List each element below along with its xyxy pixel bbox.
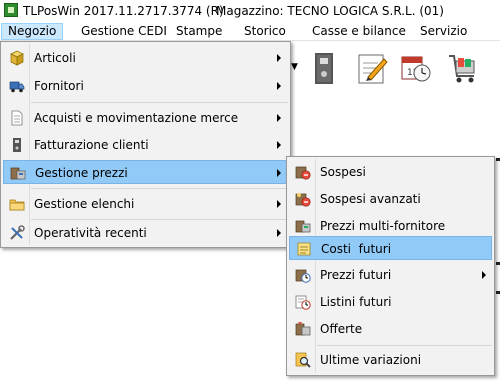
menu-bar: Negozio Gestione CEDI Stampe Storico Cas…	[0, 22, 500, 41]
notepad-pencil-icon[interactable]	[356, 50, 388, 86]
app-icon	[4, 3, 18, 17]
menu-item-acquisti[interactable]: Acquisti e movimentazione merce	[3, 106, 288, 130]
menu-item-label: Prezzi futuri	[320, 268, 392, 282]
menu-item-label: Sospesi avanzati	[320, 192, 421, 206]
menu-item-prezzi-multi-fornitore[interactable]: Prezzi multi-fornitore	[289, 214, 492, 238]
edge-fragment	[496, 158, 500, 161]
future-prices-icon	[295, 269, 311, 283]
menu-separator	[31, 102, 288, 103]
menu-separator	[31, 219, 288, 220]
future-lists-icon	[295, 295, 311, 310]
menu-gestione-cedi[interactable]: Gestione CEDI	[75, 24, 173, 39]
submenu-arrow-icon	[482, 271, 486, 279]
menu-item-gestione-elenchi[interactable]: Gestione elenchi	[3, 192, 288, 216]
window-title-app: TLPosWin 2017.11.2717.3774 (R)	[23, 4, 224, 18]
menu-separator	[317, 345, 492, 346]
menu-casse-e-bilance[interactable]: Casse e bilance	[306, 24, 412, 39]
menu-item-label: Listini futuri	[320, 295, 392, 309]
menu-item-label: Costi futuri	[321, 242, 392, 256]
menu-item-operativita-recenti[interactable]: Operatività recenti	[3, 221, 288, 245]
note-icon	[297, 242, 311, 256]
menu-item-label: Articoli	[34, 51, 76, 65]
tools-icon	[10, 225, 25, 240]
menu-item-label: Offerte	[320, 322, 363, 336]
toolbar-dropdown-arrow-icon[interactable]: ▼	[291, 62, 298, 72]
menu-item-label: Operatività recenti	[34, 226, 147, 240]
menu-item-label: Gestione prezzi	[35, 166, 128, 180]
menu-item-label: Acquisti e movimentazione merce	[34, 111, 239, 125]
submenu-arrow-icon	[277, 82, 281, 90]
box-icon	[10, 50, 24, 66]
menu-item-fornitori[interactable]: Fornitori	[3, 74, 288, 98]
menu-item-label: Ultime variazioni	[320, 353, 422, 367]
binder-icon	[13, 138, 21, 152]
submenu-arrow-icon	[277, 169, 281, 177]
menu-item-articoli[interactable]: Articoli	[3, 46, 288, 70]
menu-item-label: Prezzi multi-fornitore	[320, 219, 446, 233]
offers-icon	[295, 322, 311, 336]
edge-fragment	[496, 291, 500, 294]
menu-item-fatturazione[interactable]: Fatturazione clienti	[3, 133, 288, 157]
menu-item-sospesi[interactable]: Sospesi	[289, 160, 492, 184]
menu-servizio[interactable]: Servizio	[414, 24, 473, 39]
suspended-advanced-icon	[295, 193, 311, 207]
submenu-arrow-icon	[277, 114, 281, 122]
menu-negozio[interactable]: Negozio	[1, 23, 64, 40]
menu-item-label: Fatturazione clienti	[34, 138, 149, 152]
menu-storico[interactable]: Storico	[238, 24, 292, 39]
menu-item-label: Sospesi	[320, 165, 366, 179]
submenu-arrow-icon	[277, 229, 281, 237]
edge-fragment	[496, 262, 500, 265]
negozio-menu: Articoli Fornitori Acquisti e movimentaz…	[0, 41, 291, 248]
price-register-icon	[10, 167, 26, 180]
folder-icon	[9, 199, 25, 211]
menu-item-listini-futuri[interactable]: Listini futuri	[289, 290, 492, 314]
menu-item-prezzi-futuri[interactable]: Prezzi futuri	[289, 263, 492, 287]
menu-item-sospesi-avanzati[interactable]: Sospesi avanzati	[289, 187, 492, 211]
submenu-arrow-icon	[277, 141, 281, 149]
menu-stampe[interactable]: Stampe	[170, 24, 228, 39]
gestione-prezzi-submenu: Sospesi Sospesi avanzati Prezzi multi-fo…	[286, 156, 495, 376]
shopping-cart-icon[interactable]	[447, 50, 479, 86]
menu-item-label: Gestione elenchi	[34, 197, 135, 211]
submenu-arrow-icon	[277, 200, 281, 208]
calendar-clock-icon[interactable]: 12	[400, 50, 432, 86]
menu-item-offerte[interactable]: Offerte	[289, 317, 492, 341]
suspended-icon	[295, 166, 311, 180]
title-bar: TLPosWin 2017.11.2717.3774 (R) Magazzino…	[0, 0, 500, 22]
menu-item-gestione-prezzi[interactable]: Gestione prezzi	[3, 160, 288, 184]
multi-supplier-icon	[295, 220, 311, 233]
submenu-arrow-icon	[277, 54, 281, 62]
document-icon	[11, 110, 23, 126]
menu-separator	[31, 188, 288, 189]
menu-item-costi-futuri[interactable]: Costi futuri	[289, 236, 492, 260]
menu-item-ultime-variazioni[interactable]: Ultime variazioni	[289, 348, 492, 372]
magnifier-icon	[295, 352, 311, 368]
truck-icon	[9, 81, 25, 93]
menu-item-label: Fornitori	[34, 79, 84, 93]
window-title-store: Magazzino: TECNO LOGICA S.R.L. (01)	[216, 4, 444, 18]
binder-icon[interactable]	[308, 50, 340, 86]
